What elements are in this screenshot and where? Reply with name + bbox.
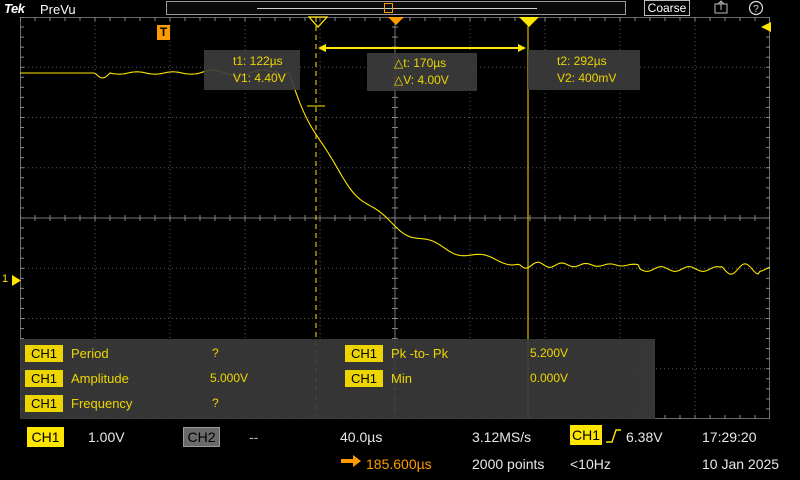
clock-time: 17:29:20 — [702, 429, 757, 445]
cursor-1-time: t1: 122µs — [233, 54, 283, 68]
cursor-2-marker[interactable] — [518, 16, 540, 28]
delta-time: △t: 170µs — [394, 56, 447, 70]
measurement-name: Amplitude — [71, 371, 129, 386]
top-bar: Tek PreVu Coarse ? — [0, 0, 800, 17]
ch1-scale[interactable]: 1.00V — [88, 427, 125, 447]
record-view-icon[interactable] — [384, 3, 393, 13]
ch2-scale[interactable]: -- — [249, 427, 258, 447]
horizontal-position[interactable]: 185.600µs — [366, 454, 432, 474]
status-bar: CH1 1.00V CH2 -- 40.0µs 185.600µs 3.12MS… — [0, 424, 800, 480]
measurement-name: Frequency — [71, 396, 133, 411]
acquisition-status: PreVu — [40, 2, 76, 17]
measurement-value: 5.200V — [530, 346, 569, 360]
measurement-value: 0.000V — [530, 371, 569, 385]
record-line — [257, 8, 537, 9]
measurement-value: ? — [212, 346, 219, 360]
clock-date: 10 Jan 2025 — [702, 456, 780, 472]
cursor-2-volt: V2: 400mV — [557, 71, 617, 85]
cursor-2-readout: t2: 292µs V2: 400mV — [528, 50, 640, 90]
delta-readout: △t: 170µs △V: 4.00V — [367, 53, 477, 91]
measurement-channel-badge: CH1 — [25, 345, 63, 362]
measurement-channel-badge: CH1 — [345, 345, 383, 362]
trigger-source-badge[interactable]: CH1 — [570, 425, 602, 445]
measurement-value: ? — [212, 396, 219, 410]
timebase[interactable]: 40.0µs — [340, 427, 382, 447]
trigger-marker[interactable]: T — [157, 25, 170, 40]
trigger-level[interactable]: 6.38V — [626, 427, 663, 447]
measurement-name: Min — [391, 371, 412, 386]
record-view[interactable] — [166, 1, 626, 15]
ch2-badge[interactable]: CH2 — [183, 427, 220, 447]
measurement-value: 5.000V — [210, 371, 249, 385]
tek-logo: Tek — [4, 1, 25, 16]
rising-edge-icon — [606, 429, 621, 443]
trigger-position-icon[interactable] — [386, 16, 406, 26]
measurement-channel-badge: CH1 — [345, 370, 383, 387]
svg-text:?: ? — [753, 4, 759, 15]
sample-rate: 3.12MS/s — [472, 429, 532, 445]
measurement-row[interactable]: CH1 Min 0.000V — [342, 370, 655, 390]
cursor-1-volt: V1: 4.40V — [233, 71, 286, 85]
measurement-row[interactable]: CH1 Pk -to- Pk 5.200V — [342, 345, 655, 365]
delta-arrow-left-head — [318, 44, 326, 52]
cursor-1-marker[interactable] — [308, 16, 328, 28]
measurement-panel: CH1 Period ? CH1 Amplitude 5.000V CH1 Fr… — [20, 339, 655, 419]
save-icon[interactable] — [712, 0, 730, 16]
ground-marker-icon[interactable]: 1 — [2, 273, 22, 288]
cursor-2-time: t2: 292µs — [557, 54, 607, 68]
record-length[interactable]: 2000 points — [472, 454, 544, 474]
measurement-row[interactable]: CH1 Frequency ? — [20, 395, 655, 415]
delta-arrow-right-head — [518, 44, 526, 52]
ch1-badge[interactable]: CH1 — [27, 427, 64, 447]
ground-marker-label: 1 — [2, 273, 9, 285]
measurement-channel-badge: CH1 — [25, 395, 63, 412]
measurement-channel-badge: CH1 — [25, 370, 63, 387]
position-arrow-icon — [341, 455, 361, 467]
trigger-level-arrow-icon[interactable] — [760, 21, 772, 33]
help-icon[interactable]: ? — [747, 0, 765, 16]
measurement-name: Period — [71, 346, 109, 361]
coarse-button[interactable]: Coarse — [644, 0, 690, 16]
cursor-1-readout: t1: 122µs V1: 4.40V — [204, 50, 300, 90]
measurement-name: Pk -to- Pk — [391, 346, 449, 361]
delta-volt: △V: 4.00V — [394, 73, 449, 87]
trigger-frequency: <10Hz — [570, 456, 611, 472]
